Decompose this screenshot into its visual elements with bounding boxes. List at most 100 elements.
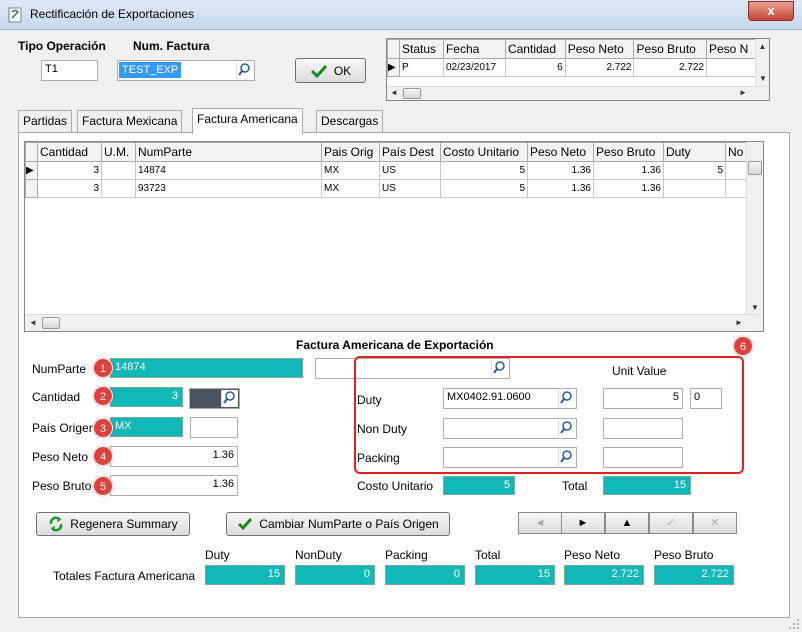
- col-numparte[interactable]: NumParte: [135, 142, 322, 162]
- col-pais-orig[interactable]: Pais Orig: [321, 142, 380, 162]
- tab-factura-mexicana[interactable]: Factura Mexicana: [77, 110, 183, 132]
- cell-duty[interactable]: [663, 179, 726, 198]
- search-icon[interactable]: [558, 420, 575, 437]
- cell-pais-orig[interactable]: MX: [321, 179, 380, 198]
- scroll-thumb[interactable]: [403, 88, 421, 99]
- cell-peso-neto[interactable]: 1.36: [527, 179, 594, 198]
- search-icon[interactable]: [221, 390, 238, 407]
- col-peso-neto[interactable]: Peso Neto: [527, 142, 594, 162]
- scroll-right-icon[interactable]: ►: [739, 85, 747, 100]
- um-lookup-field[interactable]: [189, 388, 240, 409]
- cell-numparte[interactable]: 14874: [135, 161, 322, 180]
- nav-prior-button[interactable]: ◄: [518, 512, 562, 534]
- num-factura-field[interactable]: TEST_EXP: [117, 60, 255, 81]
- cell-status[interactable]: P: [399, 58, 444, 77]
- cell-costo[interactable]: 5: [440, 161, 528, 180]
- col-fecha[interactable]: Fecha: [442, 39, 506, 59]
- col-peso-bruto[interactable]: Peso Bruto: [633, 39, 707, 59]
- summary-grid[interactable]: Status Fecha Cantidad Peso Neto Peso Bru…: [386, 38, 770, 101]
- tipo-operacion-input[interactable]: T1: [41, 60, 98, 81]
- cell-peso-bruto[interactable]: 2.722: [633, 58, 707, 77]
- badge-4: 4: [93, 446, 113, 466]
- cell-cantidad[interactable]: 3: [37, 161, 102, 180]
- col-peso-bruto[interactable]: Peso Bruto: [593, 142, 664, 162]
- items-grid[interactable]: Cantidad U.M. NumParte Pais Orig País De…: [24, 141, 764, 332]
- cell-peso-neto[interactable]: 2.722: [564, 58, 635, 77]
- tab-partidas[interactable]: Partidas: [18, 110, 73, 132]
- packing-value-input[interactable]: [603, 447, 683, 468]
- row-header-cell: [25, 179, 38, 198]
- search-icon[interactable]: [558, 449, 575, 466]
- totals-peso-neto-label: Peso Neto: [564, 548, 621, 562]
- cell-numparte[interactable]: 93723: [135, 179, 322, 198]
- close-button[interactable]: x: [748, 1, 794, 21]
- cell-costo[interactable]: 5: [440, 179, 528, 198]
- horizontal-scrollbar[interactable]: ◄ ►: [387, 85, 769, 100]
- scroll-left-icon[interactable]: ◄: [390, 85, 398, 100]
- col-cantidad[interactable]: Cantidad: [504, 39, 566, 59]
- table-row[interactable]: ▶ 3 14874 MX US 5 1.36 1.36 5: [25, 161, 760, 180]
- resize-grip-icon[interactable]: [788, 618, 800, 630]
- col-status[interactable]: Status: [399, 39, 444, 59]
- cell-um[interactable]: [101, 179, 136, 198]
- regenera-summary-button[interactable]: Regenera Summary: [36, 512, 190, 536]
- pais-origen-input[interactable]: MX: [110, 417, 183, 437]
- non-duty-code-input[interactable]: [443, 418, 577, 439]
- cell-um[interactable]: [101, 161, 136, 180]
- total-label: Total: [562, 479, 588, 493]
- duty-code-value: MX0402.91.0600: [447, 391, 531, 403]
- numparte-input[interactable]: 14874: [110, 358, 303, 378]
- checkmark-icon: [310, 64, 327, 78]
- scroll-down-icon[interactable]: ▼: [756, 71, 769, 87]
- non-duty-value-input[interactable]: [603, 418, 683, 439]
- peso-neto-input[interactable]: 1.36: [110, 446, 238, 467]
- nav-post-button[interactable]: ✓: [649, 512, 693, 534]
- pais-extra-input[interactable]: [190, 417, 238, 438]
- packing-code-input[interactable]: [443, 447, 577, 468]
- cell-pais-orig[interactable]: MX: [321, 161, 380, 180]
- cell-peso-bruto[interactable]: 1.36: [593, 161, 664, 180]
- cell-pais-dest[interactable]: US: [379, 161, 441, 180]
- duty-value-input[interactable]: 5: [603, 388, 683, 409]
- cell-fecha[interactable]: 02/23/2017: [442, 58, 506, 77]
- table-row[interactable]: 3 93723 MX US 5 1.36 1.36: [25, 179, 760, 198]
- search-icon[interactable]: [558, 390, 575, 407]
- ok-button[interactable]: OK: [295, 58, 366, 83]
- col-cantidad[interactable]: Cantidad: [37, 142, 102, 162]
- col-peso-neto[interactable]: Peso Neto: [564, 39, 635, 59]
- table-row[interactable]: ▶ P 02/23/2017 6 2.722 2.722: [387, 58, 757, 77]
- cell-cantidad[interactable]: 3: [37, 179, 102, 198]
- peso-bruto-input[interactable]: 1.36: [110, 475, 238, 496]
- cell-peso-neto[interactable]: 1.36: [527, 161, 594, 180]
- col-um[interactable]: U.M.: [101, 142, 136, 162]
- cambiar-numparte-button[interactable]: Cambiar NumParte o País Origen: [226, 512, 450, 536]
- nav-cancel-button[interactable]: ✕: [693, 512, 737, 534]
- scroll-thumb[interactable]: [42, 317, 60, 329]
- scroll-thumb[interactable]: [748, 161, 762, 175]
- totals-nonduty-value: 0: [295, 565, 375, 585]
- duty-code-input[interactable]: MX0402.91.0600: [443, 388, 577, 409]
- scroll-left-icon[interactable]: ◄: [29, 315, 37, 331]
- nav-insert-button[interactable]: ▲: [605, 512, 649, 534]
- duty-extra-input[interactable]: 0: [690, 388, 722, 409]
- col-costo-unitario[interactable]: Costo Unitario: [440, 142, 528, 162]
- vertical-scrollbar[interactable]: ▲ ▼: [755, 39, 769, 87]
- cell-cantidad[interactable]: 6: [504, 58, 566, 77]
- col-duty[interactable]: Duty: [663, 142, 726, 162]
- tab-factura-americana[interactable]: Factura Americana: [192, 108, 303, 134]
- cantidad-input[interactable]: 3: [110, 387, 183, 407]
- tab-descargas[interactable]: Descargas: [316, 110, 384, 132]
- cell-peso-bruto[interactable]: 1.36: [593, 179, 664, 198]
- col-pais-dest[interactable]: País Dest: [379, 142, 441, 162]
- cell-pais-dest[interactable]: US: [379, 179, 441, 198]
- vertical-scrollbar[interactable]: ▼: [746, 142, 763, 316]
- scroll-up-icon[interactable]: ▲: [756, 39, 769, 55]
- search-icon[interactable]: [236, 62, 253, 79]
- cell-duty[interactable]: 5: [663, 161, 726, 180]
- cell-peso-n[interactable]: [706, 58, 757, 77]
- col-peso-n[interactable]: Peso N: [706, 39, 757, 59]
- horizontal-scrollbar[interactable]: ◄ ►: [25, 314, 763, 331]
- scroll-right-icon[interactable]: ►: [735, 315, 743, 331]
- cambiar-numparte-label: Cambiar NumParte o País Origen: [259, 517, 439, 531]
- nav-next-button[interactable]: ►: [561, 512, 605, 534]
